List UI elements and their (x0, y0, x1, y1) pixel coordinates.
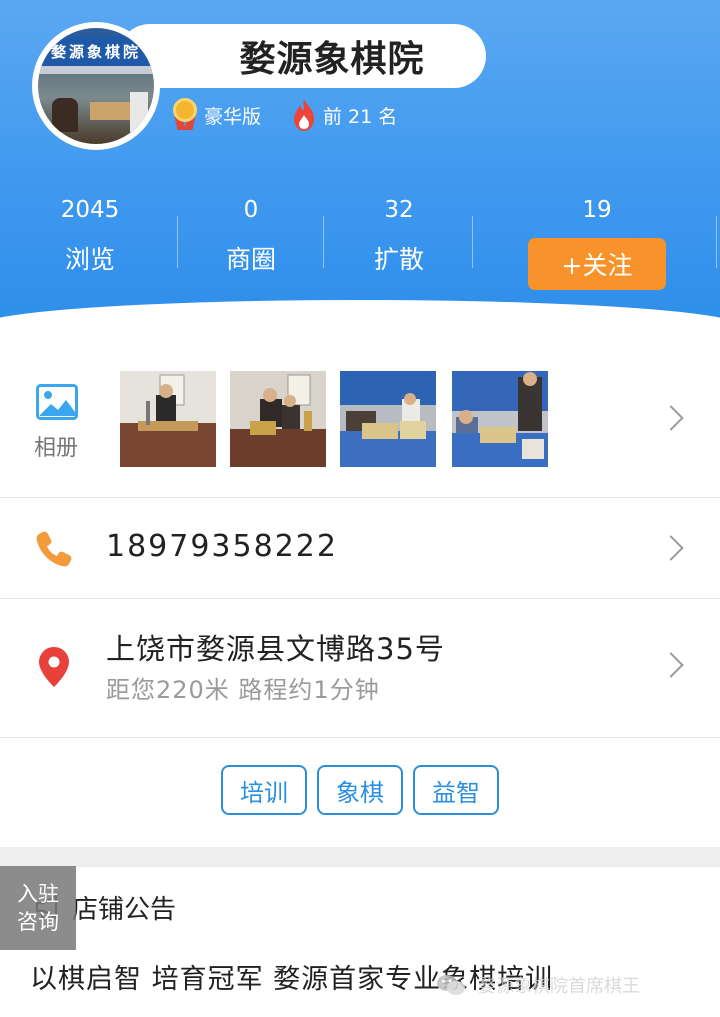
consult-line2: 咨询 (17, 910, 59, 934)
location-pin-icon (39, 647, 69, 687)
badge-rank-label: 前 21 名 (323, 105, 398, 128)
stat-views-label: 浏览 (64, 245, 115, 274)
medal-icon (172, 98, 198, 132)
stat-views[interactable]: 2045 浏览 (16, 190, 164, 276)
address-distance: 距您220米 路程约1分钟 (106, 676, 380, 704)
phone-number[interactable]: 18979358222 (106, 529, 338, 564)
tags-row: 培训 象棋 益智 (0, 739, 720, 847)
address-row[interactable]: 上饶市婺源县文博路35号 距您220米 路程约1分钟 (0, 600, 720, 738)
badge-deluxe-label: 豪华版 (204, 105, 262, 128)
shop-name: 婺源象棋院 (239, 39, 425, 80)
badge-deluxe: 豪华版 (172, 98, 261, 132)
shop-avatar[interactable]: 婺源象棋院 (32, 22, 160, 150)
chevron-right-icon (658, 652, 684, 678)
consult-float-button[interactable]: 入驻 咨询 (0, 866, 76, 950)
stat-circle-label: 商圈 (225, 245, 276, 274)
stat-spread-label: 扩散 (373, 245, 424, 274)
watermark: 婺源象棋院首席棋王 (436, 972, 640, 998)
stat-divider (716, 216, 717, 268)
tag-chess[interactable]: 象棋 (317, 765, 403, 815)
avatar-sign-text: 婺源象棋院 (38, 36, 154, 66)
stat-divider (472, 216, 473, 268)
notice-title: 店铺公告 (72, 895, 177, 925)
watermark-text: 婺源象棋院首席棋王 (478, 976, 640, 997)
shop-name-pill: 婺源象棋院 (118, 24, 486, 88)
stat-circle[interactable]: 0 商圈 (177, 190, 325, 276)
shop-badges: 豪华版 前 21 名 (172, 98, 427, 132)
stat-circle-value: 0 (243, 197, 259, 223)
album-photo[interactable] (340, 371, 436, 467)
phone-row[interactable]: 18979358222 (0, 499, 720, 599)
album-photo[interactable] (452, 371, 548, 467)
shop-header: 婺源象棋院 婺源象棋院 豪华版 前 21 名 2045 浏览 0 商圈 32 扩… (0, 0, 720, 318)
follow-count: 19 (582, 197, 612, 223)
chevron-right-icon (658, 535, 684, 561)
section-divider (0, 847, 720, 867)
tag-training[interactable]: 培训 (221, 765, 307, 815)
tag-puzzle[interactable]: 益智 (413, 765, 499, 815)
album-row[interactable]: 相册 (0, 340, 720, 498)
address-street: 上饶市婺源县文博路35号 (106, 632, 445, 666)
album-label: 相册 (33, 436, 78, 461)
stat-divider (323, 216, 324, 268)
avatar-photo: 婺源象棋院 (38, 28, 154, 144)
flame-icon (294, 99, 315, 131)
stat-views-value: 2045 (60, 197, 120, 223)
stat-spread[interactable]: 32 扩散 (325, 190, 473, 276)
tag-list: 培训 象棋 益智 (0, 765, 720, 815)
phone-icon (36, 531, 72, 567)
wechat-icon (437, 975, 465, 995)
consult-line1: 入驻 (17, 882, 59, 906)
badge-rank: 前 21 名 (291, 98, 397, 132)
stat-spread-value: 32 (384, 197, 414, 223)
image-icon (36, 384, 78, 420)
chevron-right-icon (658, 405, 684, 431)
follow-button[interactable]: +关注 (528, 238, 666, 290)
album-photo[interactable] (230, 371, 326, 467)
album-photo[interactable] (120, 371, 216, 467)
